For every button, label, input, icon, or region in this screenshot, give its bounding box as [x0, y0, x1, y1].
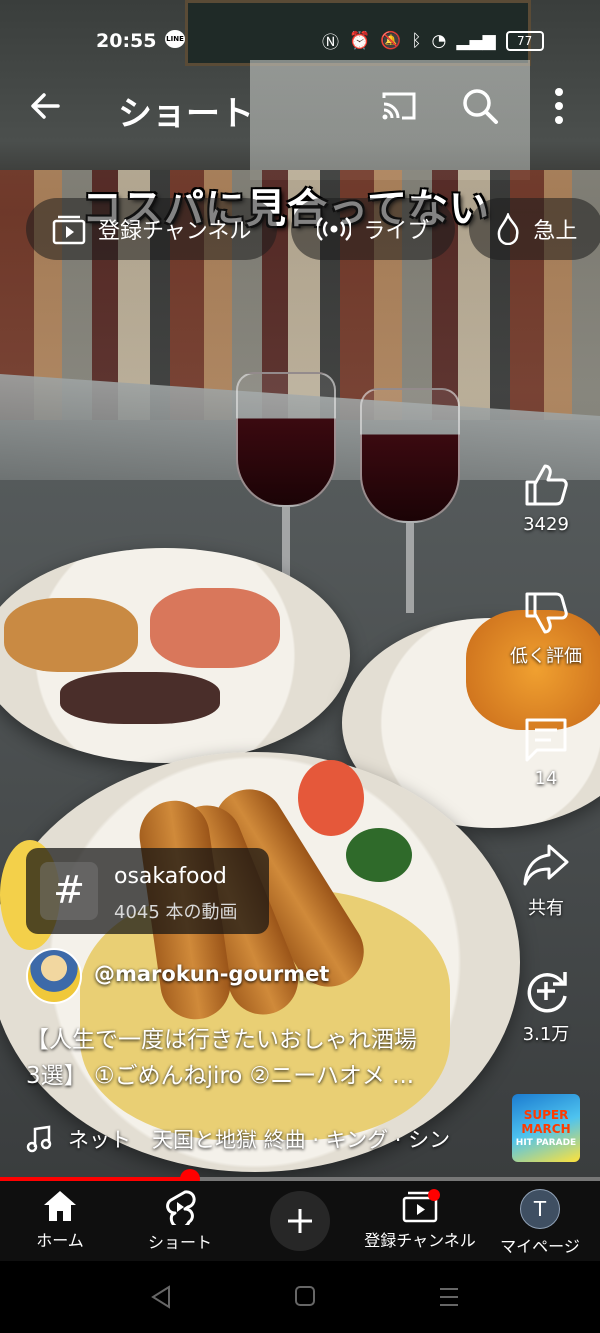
user-avatar: T	[520, 1189, 560, 1229]
thumbnail-text: MARCH	[521, 1122, 571, 1136]
parsley	[346, 828, 412, 882]
nav-you[interactable]: T マイページ	[480, 1189, 600, 1257]
chip-label: 登録チャンネル	[98, 219, 252, 244]
thumbnail-text: HIT PARADE	[515, 1138, 577, 1148]
create-button[interactable]	[270, 1191, 330, 1251]
like-count: 3429	[523, 514, 569, 535]
chip-label: ライブ	[363, 219, 430, 244]
comment-icon	[525, 718, 567, 762]
comments-button[interactable]: 14	[500, 716, 592, 789]
trending-icon	[498, 213, 519, 245]
search-icon[interactable]	[460, 86, 500, 126]
signal-icon: ▂▄▆	[456, 30, 496, 51]
shorts-icon	[166, 1190, 196, 1225]
wine-glass	[236, 372, 336, 582]
alarm-icon: ⏰	[349, 30, 371, 51]
video-description[interactable]: 【人生で一度は行きたいおしゃれ酒場 3選】 ①ごめんねjiro ②ニーハオメ .…	[26, 1022, 496, 1094]
thumbs-down-icon	[525, 592, 568, 634]
share-label: 共有	[528, 898, 564, 919]
system-back-icon[interactable]	[150, 1285, 172, 1309]
system-icons: Ⓝ ⏰ 🔕 ᛒ ◔ ▂▄▆ 77	[322, 28, 544, 53]
thumbnail-text: SUPER	[523, 1108, 569, 1122]
hashtag-name: osakafood	[114, 864, 227, 889]
nav-subscriptions[interactable]: 登録チャンネル	[360, 1189, 480, 1251]
nav-label: 登録チャンネル	[364, 1231, 476, 1250]
line-app-icon: LINE	[165, 30, 185, 48]
hashtag-card[interactable]: # osakafood 4045 本の動画	[26, 848, 269, 934]
feed-filter-chips: 登録チャンネル ライブ 急上	[26, 198, 600, 260]
salmon-salad	[150, 588, 280, 668]
thumbs-up-icon	[525, 464, 568, 506]
hashtag-icon: #	[40, 862, 98, 920]
gratin-toast	[4, 598, 138, 672]
nav-home[interactable]: ホーム	[0, 1189, 120, 1251]
wifi-icon: ◔	[431, 30, 447, 51]
mute-icon: 🔕	[380, 30, 402, 51]
clock: 20:55	[96, 30, 157, 52]
cast-icon[interactable]	[380, 88, 418, 124]
hashtag-video-count: 4045 本の動画	[114, 902, 238, 923]
chip-live[interactable]: ライブ	[291, 198, 456, 260]
subscriptions-icon	[52, 215, 86, 245]
notification-dot	[428, 1189, 440, 1201]
battery-indicator: 77	[505, 30, 544, 51]
status-bar: 20:55 LINE Ⓝ ⏰ 🔕 ᛒ ◔ ▂▄▆ 77	[0, 24, 600, 58]
dislike-label: 低く評価	[510, 646, 582, 667]
top-bar: ショート	[0, 80, 600, 136]
nav-label: ホーム	[36, 1231, 84, 1250]
comment-count: 14	[534, 768, 558, 789]
nav-label: ショート	[147, 1233, 212, 1252]
tomato	[298, 760, 364, 836]
remix-icon	[527, 972, 567, 1013]
back-arrow-icon[interactable]	[28, 88, 64, 124]
music-note-icon	[26, 1125, 52, 1153]
eggplant	[60, 672, 220, 724]
like-button[interactable]: 3429	[500, 462, 592, 535]
channel-avatar[interactable]	[26, 948, 82, 1004]
nav-label: マイページ	[500, 1237, 580, 1256]
nfc-icon: Ⓝ	[322, 33, 339, 53]
remix-button[interactable]: 3.1万	[500, 968, 592, 1046]
plus-icon	[288, 1209, 312, 1233]
description-line: 3選】 ①ごめんねjiro ②ニーハオメ ...	[26, 1063, 415, 1089]
share-button[interactable]: 共有	[500, 842, 592, 920]
sound-thumbnail[interactable]: SUPER MARCH HIT PARADE	[512, 1094, 580, 1162]
chip-trending[interactable]: 急上	[469, 198, 600, 260]
live-icon	[317, 217, 352, 241]
music-row[interactable]: ネット 天国と地獄 終曲 · キング · シン	[26, 1124, 496, 1154]
nav-shorts[interactable]: ショート	[120, 1189, 240, 1253]
music-title: ネット 天国と地獄 終曲 · キング · シン	[68, 1128, 451, 1152]
home-icon	[44, 1191, 76, 1221]
more-options-icon[interactable]	[544, 86, 574, 126]
wine-glass	[360, 388, 460, 613]
system-recents-icon[interactable]	[438, 1285, 460, 1309]
chip-subscriptions[interactable]: 登録チャンネル	[26, 198, 278, 260]
dislike-button[interactable]: 低く評価	[500, 590, 592, 668]
remix-count: 3.1万	[522, 1024, 570, 1045]
channel-handle[interactable]: @marokun-gourmet	[94, 962, 329, 986]
shorts-screen: コスパに見合ってない 20:55 LINE Ⓝ ⏰ 🔕 ᛒ ◔ ▂▄▆ 77 シ…	[0, 0, 600, 1333]
share-icon	[523, 844, 569, 886]
system-home-icon[interactable]	[294, 1285, 316, 1307]
bluetooth-icon: ᛒ	[411, 30, 422, 51]
system-navigation-bar	[0, 1261, 600, 1333]
chip-label: 急上	[533, 219, 578, 244]
page-title: ショート	[118, 94, 254, 134]
description-line: 【人生で一度は行きたいおしゃれ酒場	[26, 1027, 417, 1053]
bottom-navigation: ホーム ショート 登録チャンネル T マイページ	[0, 1181, 600, 1261]
